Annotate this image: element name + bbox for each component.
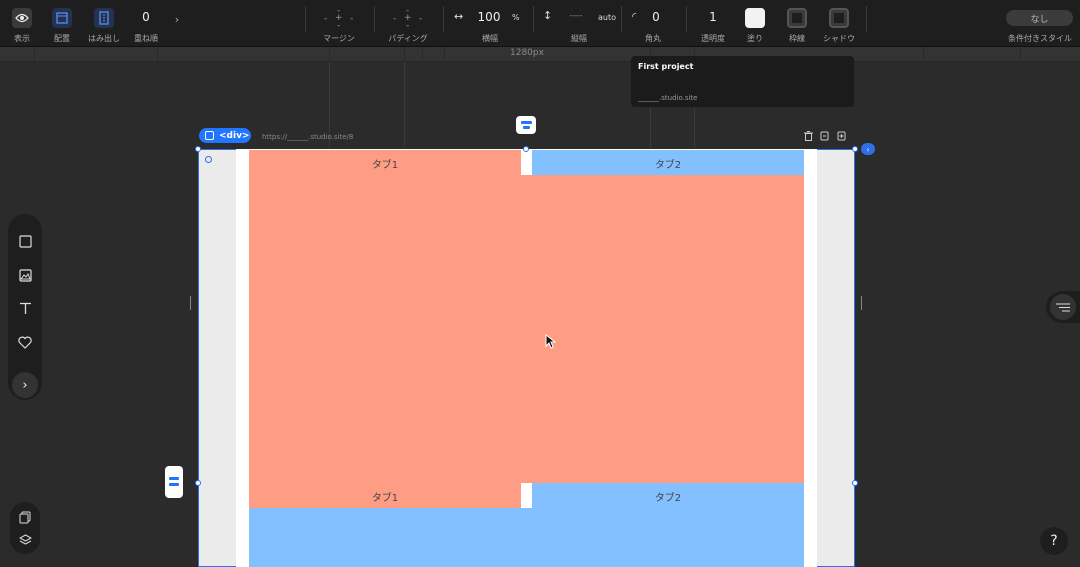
toolbar-more-button[interactable]: › (170, 0, 184, 47)
layers-icon[interactable] (15, 530, 35, 550)
overflow-label: はみ出し (88, 34, 120, 43)
shadow-swatch[interactable] (829, 8, 849, 28)
tab-panel-salmon (249, 175, 804, 483)
add-page-icon[interactable] (837, 131, 847, 144)
mouse-cursor-icon (545, 333, 557, 353)
arrange-label: 配置 (54, 34, 70, 43)
shadow-control[interactable]: シャドウ (822, 0, 856, 47)
display-control[interactable]: 表示 (7, 0, 37, 47)
fill-label: 塗り (747, 34, 763, 43)
arrange-control[interactable]: 配置 (47, 0, 77, 47)
box-tool-icon[interactable] (15, 231, 35, 251)
toolbar-divider (533, 6, 534, 32)
border-control[interactable]: 枠線 (782, 0, 812, 47)
resize-handle[interactable] (523, 146, 529, 152)
ruler-width-label: 1280px (510, 48, 544, 58)
image-tool-icon[interactable] (15, 265, 35, 285)
opacity-control[interactable]: 1 透明度 (697, 0, 729, 47)
help-button[interactable]: ? (1040, 527, 1068, 555)
toolbar-divider (443, 6, 444, 32)
tooltip-url: ______.studio.site (638, 94, 698, 102)
radius-value[interactable]: 0 (648, 10, 664, 24)
toolbar-divider (374, 6, 375, 32)
stack-order-control[interactable]: 0 重ね順 (132, 0, 160, 47)
margin-crosshair-icon: - - + - - (324, 6, 354, 31)
padding-control[interactable]: - - + - - パディング (383, 0, 433, 47)
overflow-control[interactable]: はみ出し (86, 0, 122, 47)
resize-handle[interactable] (195, 146, 201, 152)
width-label: 横幅 (482, 34, 498, 43)
frame-url: https://______.studio.site/8 (262, 133, 354, 141)
toolbar-divider (686, 6, 687, 32)
toolbar-divider (866, 6, 867, 32)
height-control[interactable]: ↕ ---- auto 縦幅 (540, 0, 618, 47)
margin-control[interactable]: - - + - - マージン (314, 0, 364, 47)
top-toolbar: 表示 配置 はみ出し 0 重ね順 › - - + - - マージン - - + - - パディン… (0, 0, 1080, 47)
radius-control[interactable]: ◜ 0 角丸 (628, 0, 678, 47)
fill-control[interactable]: 塗り (740, 0, 770, 47)
heart-icon[interactable] (15, 332, 35, 352)
conditional-style-label: 条件付きスタイル (1008, 34, 1072, 43)
vertical-arrows-icon: ↕ (543, 9, 553, 22)
width-value[interactable]: 100 (475, 10, 503, 24)
element-tag-badge[interactable]: <div> (199, 128, 251, 143)
expand-icon[interactable]: › (861, 143, 875, 155)
element-toolbar: › (8, 214, 42, 400)
padding-label: パディング (388, 34, 428, 43)
opacity-label: 透明度 (701, 34, 725, 43)
toolbar-divider (305, 6, 306, 32)
box-icon (205, 131, 214, 140)
element-tag-label: <div> (219, 130, 250, 141)
opacity-value[interactable]: 1 (697, 10, 729, 24)
shadow-label: シャドウ (823, 34, 855, 43)
layout-icon (52, 8, 72, 28)
filter-lines-icon (1050, 294, 1076, 320)
width-control[interactable]: ↔ 100 % 横幅 (450, 0, 530, 47)
toolbar-divider (621, 6, 622, 32)
target-icon[interactable] (205, 156, 212, 163)
canvas-guide (404, 62, 405, 148)
border-swatch[interactable] (787, 8, 807, 28)
tab-panel-blue (249, 508, 804, 567)
style-panel-button[interactable] (1046, 291, 1080, 323)
pages-toolbar (10, 502, 40, 554)
horizontal-ruler: 1280px (0, 47, 1080, 62)
horizontal-arrows-icon: ↔ (454, 10, 464, 23)
stack-order-label: 重ね順 (134, 34, 158, 43)
height-value[interactable]: ---- (564, 11, 588, 21)
eye-icon (12, 8, 32, 28)
resize-handle[interactable] (852, 146, 858, 152)
margin-label: マージン (323, 34, 355, 43)
trash-icon[interactable] (804, 131, 813, 144)
text-tool-icon[interactable] (15, 298, 35, 318)
tab-1-top[interactable]: タブ1 (249, 150, 521, 176)
project-tooltip: First project ______.studio.site (631, 56, 854, 107)
resize-handle[interactable] (195, 480, 201, 486)
display-label: 表示 (14, 34, 30, 43)
tooltip-title: First project (638, 62, 694, 71)
resize-handle[interactable] (852, 480, 858, 486)
tab-2-top[interactable]: タブ2 (532, 150, 804, 176)
overflow-icon (94, 8, 114, 28)
padding-crosshair-icon: - - + - - (393, 6, 423, 31)
height-label: 縦幅 (571, 34, 587, 43)
tab-2-bottom[interactable]: タブ2 (532, 483, 804, 509)
align-chip-icon[interactable] (516, 116, 536, 134)
width-unit[interactable]: % (512, 13, 520, 22)
chevron-right-icon[interactable]: › (12, 372, 38, 398)
corner-radius-icon: ◜ (632, 10, 637, 23)
radius-label: 角丸 (645, 34, 661, 43)
chevron-right-icon: › (174, 13, 180, 26)
spacing-chip-icon[interactable] (165, 466, 183, 498)
side-guide-right (861, 296, 862, 310)
side-guide-left (190, 296, 191, 310)
conditional-style-control: 条件付きスタイル (1004, 0, 1076, 47)
pages-icon[interactable] (15, 507, 35, 527)
height-unit[interactable]: auto (598, 13, 616, 22)
tab-1-bottom[interactable]: タブ1 (249, 483, 521, 509)
border-label: 枠線 (789, 34, 805, 43)
duplicate-icon[interactable] (820, 131, 830, 144)
fill-swatch[interactable] (745, 8, 765, 28)
stack-order-value[interactable]: 0 (132, 10, 160, 24)
